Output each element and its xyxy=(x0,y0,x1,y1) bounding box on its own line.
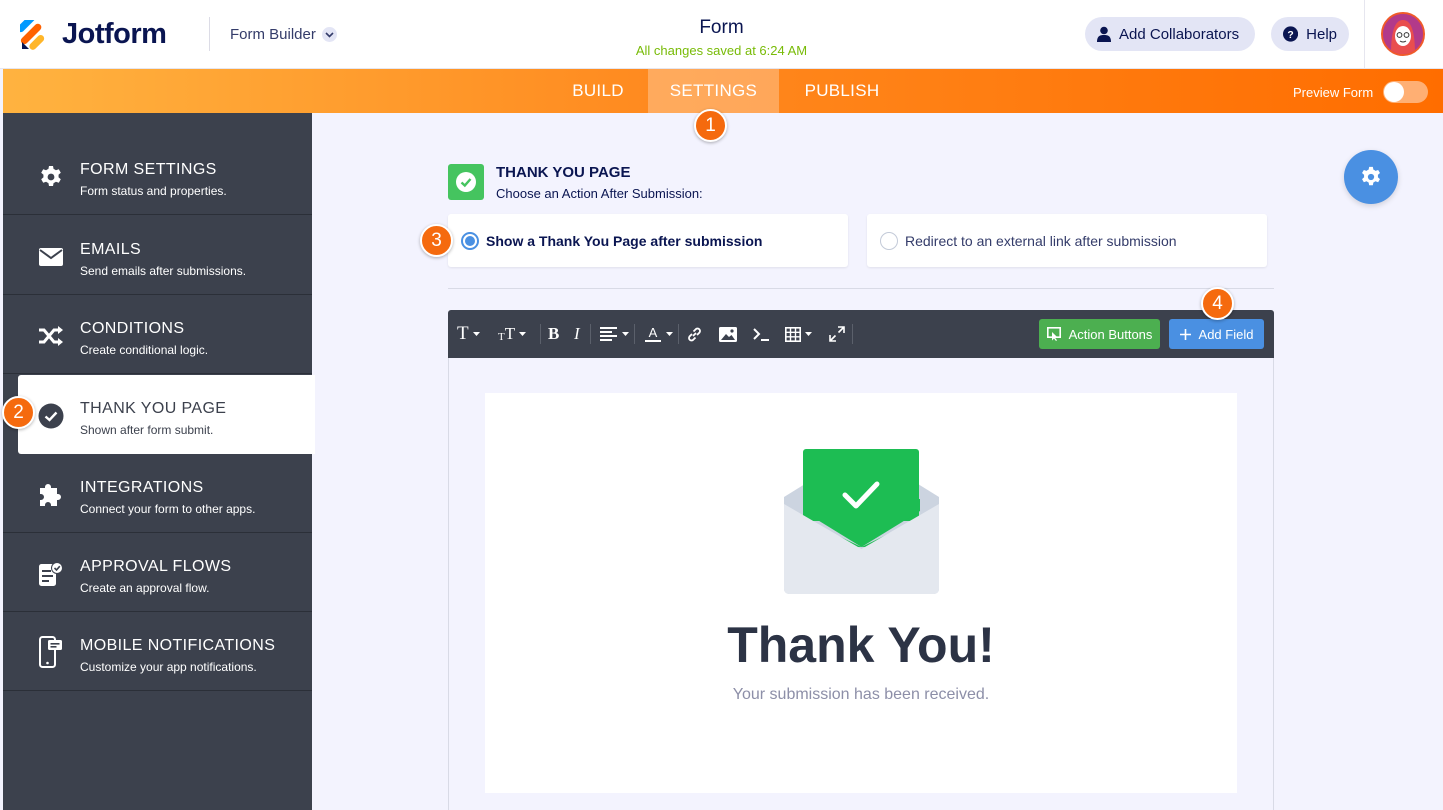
sidebar-item-thank-you-page[interactable]: THANK YOU PAGE Shown after form submit. xyxy=(18,375,315,454)
chevron-down-icon xyxy=(321,27,337,42)
form-builder-dropdown[interactable]: Form Builder xyxy=(230,26,337,43)
italic-icon[interactable]: I xyxy=(574,324,580,344)
radio-selected[interactable] xyxy=(461,231,479,250)
top-header: Jotform Form Builder Form All changes sa… xyxy=(0,0,1443,69)
sidebar-item-title: FORM SETTINGS xyxy=(80,161,217,178)
sidebar-item-subtitle: Send emails after submissions. xyxy=(80,264,247,278)
sidebar-item-title: APPROVAL FLOWS xyxy=(80,558,232,575)
sidebar-item-title: THANK YOU PAGE xyxy=(80,400,227,417)
envelope-icon xyxy=(37,243,65,271)
toolbar-divider xyxy=(852,324,853,344)
tab-settings[interactable]: SETTINGS xyxy=(648,69,779,113)
sidebar-item-title: INTEGRATIONS xyxy=(80,479,204,496)
save-status: All changes saved at 6:24 AM xyxy=(635,43,808,58)
approval-doc-icon xyxy=(37,560,65,588)
tab-publish[interactable]: PUBLISH xyxy=(783,69,901,113)
sidebar-item-subtitle: Form status and properties. xyxy=(80,184,227,198)
preview-form-label: Preview Form xyxy=(1293,84,1374,100)
help-button[interactable]: ? Help xyxy=(1271,17,1349,51)
toolbar-divider xyxy=(540,324,541,344)
toolbar-divider xyxy=(678,324,679,344)
user-icon xyxy=(1097,26,1111,42)
plus-icon xyxy=(1179,328,1191,340)
add-field-button[interactable]: Add Field xyxy=(1169,319,1264,349)
bold-icon[interactable]: B xyxy=(548,324,559,344)
svg-text:?: ? xyxy=(1287,30,1293,41)
help-icon: ? xyxy=(1283,26,1299,42)
step-badge: 3 xyxy=(420,224,453,257)
radio-unselected[interactable] xyxy=(880,231,898,250)
mobile-icon xyxy=(37,636,65,668)
add-collaborators-label: Add Collaborators xyxy=(1119,25,1240,43)
sidebar-item-subtitle: Shown after form submit. xyxy=(80,423,214,437)
toggle-knob xyxy=(1384,82,1405,102)
jotform-logo-icon xyxy=(20,19,45,50)
sidebar-item-form-settings[interactable]: FORM SETTINGS Form status and properties… xyxy=(3,136,312,215)
section-title: THANK YOU PAGE xyxy=(496,164,631,181)
step-badge: 4 xyxy=(1201,287,1234,320)
toolbar-divider xyxy=(634,324,635,344)
add-collaborators-button[interactable]: Add Collaborators xyxy=(1085,17,1255,51)
text-color-icon[interactable]: A xyxy=(644,324,674,344)
expand-icon[interactable] xyxy=(829,324,845,344)
check-circle-icon xyxy=(37,402,65,430)
code-icon[interactable] xyxy=(752,324,770,344)
settings-sidebar: FORM SETTINGS Form status and properties… xyxy=(3,113,315,810)
option-show-thank-you-page[interactable]: Show a Thank You Page after submission xyxy=(448,214,848,267)
font-size-icon[interactable]: TT xyxy=(498,324,527,344)
option-label: Redirect to an external link after submi… xyxy=(905,232,1177,249)
step-badge: 2 xyxy=(2,396,35,429)
sidebar-item-subtitle: Customize your app notifications. xyxy=(80,660,257,674)
preview-form-toggle[interactable] xyxy=(1383,81,1429,103)
sidebar-item-emails[interactable]: EMAILS Send emails after submissions. xyxy=(3,216,312,295)
add-field-label: Add Field xyxy=(1198,326,1254,342)
svg-text:A: A xyxy=(649,325,658,340)
sidebar-item-mobile-notifications[interactable]: MOBILE NOTIFICATIONS Customize your app … xyxy=(3,612,312,691)
divider xyxy=(448,288,1274,289)
gear-icon xyxy=(1362,166,1380,186)
sidebar-item-subtitle: Create an approval flow. xyxy=(80,581,210,595)
sidebar-item-subtitle: Connect your form to other apps. xyxy=(80,502,256,516)
envelope-check-icon xyxy=(784,449,939,594)
image-icon[interactable] xyxy=(719,324,737,344)
sidebar-item-title: CONDITIONS xyxy=(80,320,185,337)
font-icon[interactable]: T xyxy=(457,323,481,344)
table-icon[interactable] xyxy=(785,324,813,344)
sidebar-item-integrations[interactable]: INTEGRATIONS Connect your form to other … xyxy=(3,454,312,533)
option-redirect-external-link[interactable]: Redirect to an external link after submi… xyxy=(867,214,1267,267)
header-divider xyxy=(1364,0,1365,69)
puzzle-icon xyxy=(37,481,65,509)
cursor-box-icon xyxy=(1046,327,1061,341)
section-subtitle: Choose an Action After Submission: xyxy=(496,186,703,201)
shuffle-icon xyxy=(37,322,65,350)
align-icon[interactable] xyxy=(600,324,630,344)
avatar-image xyxy=(1383,14,1423,54)
action-buttons-label: Action Buttons xyxy=(1068,326,1153,342)
form-title[interactable]: Form xyxy=(699,17,743,38)
action-buttons-button[interactable]: Action Buttons xyxy=(1039,319,1160,349)
option-label: Show a Thank You Page after submission xyxy=(486,232,763,249)
thank-you-message[interactable]: Your submission has been received. xyxy=(485,686,1237,704)
main-nav: BUILD SETTINGS PUBLISH Preview Form xyxy=(3,69,1443,113)
thank-you-check-icon xyxy=(448,164,484,200)
logo-text: Jotform xyxy=(62,18,167,50)
preview-form-control: Preview Form xyxy=(1293,81,1429,103)
toolbar-divider xyxy=(590,324,591,344)
tab-build[interactable]: BUILD xyxy=(550,69,646,113)
thank-you-heading[interactable]: Thank You! xyxy=(485,616,1237,674)
gear-icon xyxy=(37,163,65,191)
help-label: Help xyxy=(1306,25,1337,43)
settings-gear-button[interactable] xyxy=(1344,150,1398,204)
form-builder-label: Form Builder xyxy=(230,26,316,43)
sidebar-item-title: MOBILE NOTIFICATIONS xyxy=(80,637,276,654)
avatar[interactable] xyxy=(1381,12,1425,56)
sidebar-item-title: EMAILS xyxy=(80,241,142,258)
header-divider xyxy=(209,17,210,51)
sidebar-item-approval-flows[interactable]: APPROVAL FLOWS Create an approval flow. xyxy=(3,533,312,612)
sidebar-item-conditions[interactable]: CONDITIONS Create conditional logic. xyxy=(3,295,312,374)
jotform-logo[interactable]: Jotform xyxy=(20,18,167,51)
sidebar-item-subtitle: Create conditional logic. xyxy=(80,343,209,357)
link-icon[interactable] xyxy=(686,324,703,344)
step-badge: 1 xyxy=(694,109,727,142)
